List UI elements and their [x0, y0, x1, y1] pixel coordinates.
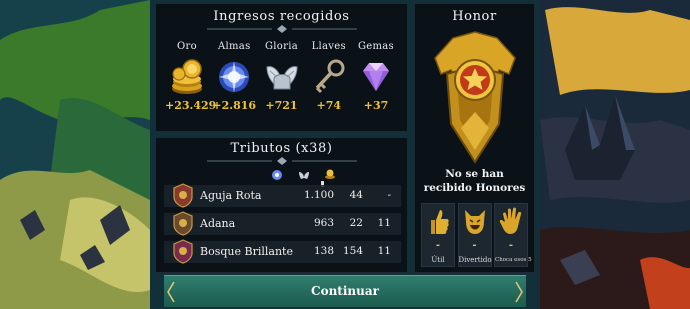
tribute-souls: 1.100 [303, 189, 334, 201]
title-divider-ornament [206, 25, 357, 33]
honor-card-value: - [472, 240, 477, 251]
tribute-souls: 963 [313, 217, 334, 229]
honor-card-value: - [508, 240, 514, 251]
honor-card-label: Útil [431, 256, 445, 264]
resource-row: Oro +23.429 Almas +2.816 Gloria +721 Lla… [165, 41, 398, 112]
resource-value: +2.816 [212, 99, 257, 112]
button-left-ornament [167, 281, 175, 303]
resource-name: Llaves [311, 41, 346, 52]
resource-value: +37 [363, 99, 389, 112]
resource-glory: Gloria +721 [260, 41, 304, 112]
honor-cards: - Útil - Divertido - Choca esos 5 [421, 203, 532, 267]
honor-card-useful[interactable]: - Útil [421, 203, 455, 267]
button-right-ornament [515, 281, 523, 303]
high-five-icon [499, 207, 522, 234]
laughing-face-icon [464, 210, 485, 234]
honor-panel: Honor No se han recibido Honores - Útil [414, 3, 535, 273]
resource-name: Gloria [265, 41, 298, 52]
glory-icon [299, 172, 309, 179]
tribute-gold: 11 [377, 217, 391, 229]
resource-value: +721 [265, 99, 298, 112]
key-icon [308, 55, 350, 97]
honor-card-funny[interactable]: - Divertido [457, 203, 492, 267]
honor-message: No se han recibido Honores [415, 167, 534, 195]
honor-card-label: Divertido [458, 256, 492, 264]
tributes-panel: Tributos (x38) Aguja Rota 1.100 44 - Ada… [155, 137, 408, 273]
tribute-gold: - [387, 189, 391, 201]
tribute-emblem-icon [173, 239, 193, 264]
resource-name: Almas [218, 41, 251, 52]
title-divider-ornament [206, 157, 357, 165]
resource-name: Gemas [358, 41, 394, 52]
tribute-name: Adana [200, 217, 236, 230]
tribute-emblem-icon [173, 211, 193, 236]
tribute-glory: 154 [342, 245, 363, 257]
resource-gold: Oro +23.429 [165, 41, 217, 112]
tribute-row: Adana 963 22 11 [164, 211, 401, 236]
tribute-glory: 44 [349, 189, 363, 201]
winged-helmet-icon [261, 55, 303, 97]
tribute-souls: 138 [313, 245, 334, 257]
tributes-title: Tributos (x38) [230, 141, 333, 156]
resource-keys: Llaves +74 [307, 41, 351, 112]
resource-value: +23.429 [165, 99, 217, 112]
thumbs-up-icon [431, 210, 449, 234]
honor-card-high-five[interactable]: - Choca esos 5 [494, 203, 532, 267]
honor-message-line2: recibido Honores [423, 182, 526, 194]
continue-button[interactable]: Continuar [164, 275, 526, 307]
honor-message-line1: No se han [445, 168, 504, 180]
resource-gems: Gemas +37 [354, 41, 398, 112]
tribute-row: Aguja Rota 1.100 44 - [164, 183, 401, 208]
soul-icon [272, 170, 282, 180]
tribute-name: Bosque Brillante [200, 245, 293, 258]
continue-label: Continuar [311, 284, 379, 298]
gold-icon [325, 169, 335, 179]
income-title: Ingresos recogidos [213, 9, 350, 24]
honor-title: Honor [452, 9, 497, 24]
gold-coins-icon [166, 55, 208, 97]
tribute-gold: 11 [377, 245, 391, 257]
tribute-name: Aguja Rota [200, 189, 262, 202]
honor-card-value: - [435, 240, 441, 251]
tribute-glory: 22 [349, 217, 363, 229]
soul-orb-icon [213, 55, 255, 97]
resource-souls: Almas +2.816 [212, 41, 256, 112]
honor-badge-icon [434, 31, 516, 164]
income-panel: Ingresos recogidos Oro +23.429 Almas +2.… [155, 3, 408, 132]
honor-card-label: Choca esos 5 [495, 257, 532, 263]
tribute-row: Bosque Brillante 138 154 11 [164, 239, 401, 264]
resource-value: +74 [316, 99, 342, 112]
tribute-emblem-icon [173, 183, 193, 208]
gem-icon [355, 55, 397, 97]
resource-name: Oro [177, 41, 197, 52]
